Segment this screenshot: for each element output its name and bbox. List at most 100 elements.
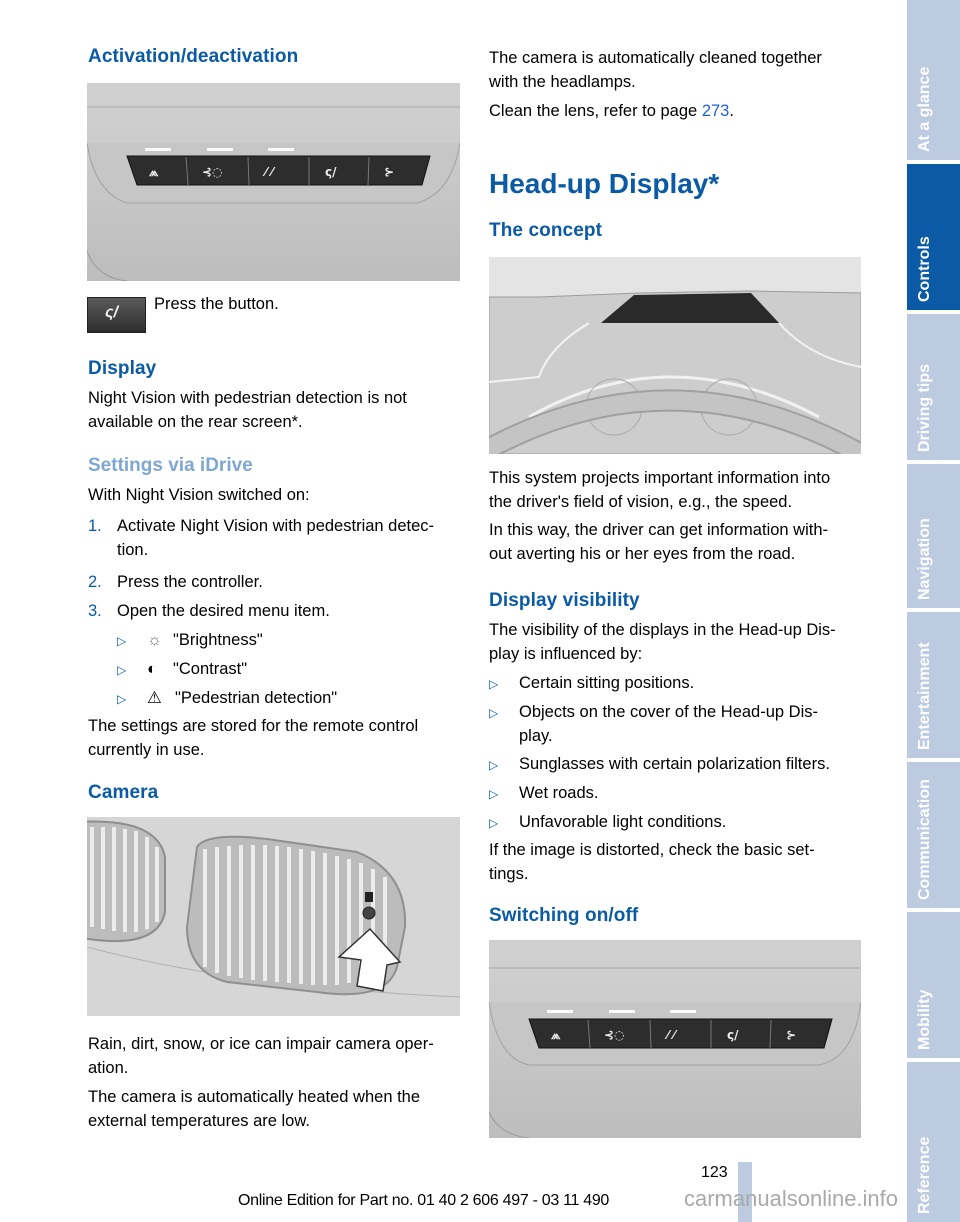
bullet-text: Certain sitting positions. [519, 674, 695, 692]
settings-stored-line1: The settings are stored for the remote c… [88, 717, 419, 735]
clean-lens-text: Clean the lens, refer to page 273. [489, 99, 734, 123]
button-panel-illustration-2: ⩕ ⊰◌ ⁄ ⁄ ς/ ⊱ [489, 940, 861, 1138]
settings-stored-line2: currently in use. [88, 741, 205, 759]
svg-text:⊱: ⊱ [786, 1028, 796, 1042]
menu-item-brightness: ▷ ☼ "Brightness" [117, 628, 263, 653]
visibility-bullet-5: ▷ Unfavorable light conditions. [489, 810, 726, 835]
tab-label: Communication [915, 779, 933, 900]
camera-text1-line2: ation. [88, 1059, 129, 1077]
step-1-text-line1: Activate Night Vision with pedestrian de… [117, 517, 435, 535]
step-1: 1. [88, 514, 102, 538]
bullet-triangle-icon: ▷ [117, 692, 127, 706]
page-number: 123 [701, 1164, 728, 1181]
night-vision-button-icon: ς/ [87, 297, 146, 333]
tab-entertainment[interactable]: Entertainment [907, 612, 960, 758]
tab-mobility[interactable]: Mobility [907, 912, 960, 1058]
menu-item-pedestrian-detection: ▷ ⚠ "Pedestrian detection" [117, 686, 337, 711]
bullet-triangle-icon: ▷ [489, 706, 499, 720]
display-heading: Display [88, 358, 157, 379]
activation-heading: Activation/deactivation [88, 46, 299, 67]
edition-text: Online Edition for Part no. 01 40 2 606 … [238, 1192, 610, 1209]
svg-text:⊰◌: ⊰◌ [604, 1028, 625, 1042]
step-number: 1. [88, 517, 102, 535]
step-1-text-line2: tion. [117, 541, 149, 559]
svg-text:⩕: ⩕ [148, 165, 159, 179]
svg-text:ς/: ς/ [727, 1028, 739, 1042]
bullet-triangle-icon: ▷ [489, 787, 499, 801]
bullet-triangle-icon: ▷ [489, 816, 499, 830]
clean-lens-prefix: Clean the lens, refer to page [489, 102, 702, 120]
button-panel-illustration: ⩕ ⊰◌ ⁄ ⁄ ς/ ⊱ [87, 83, 460, 281]
camera-grille-photo [87, 817, 460, 1016]
hud-heading: Head-up Display* [489, 168, 720, 199]
step-2-text: Press the controller. [117, 573, 263, 591]
visibility-bullet-3: ▷ Sunglasses with certain polarization fi… [489, 752, 830, 777]
tab-label: Navigation [915, 518, 933, 600]
visibility-bullet-4: ▷ Wet roads. [489, 781, 598, 806]
tab-navigation[interactable]: Navigation [907, 464, 960, 608]
menu-item-label: "Contrast" [173, 660, 248, 678]
press-button-text: Press the button. [154, 295, 279, 313]
distorted-line1: If the image is distorted, check the bas… [489, 841, 815, 859]
camera-text2-line2: external temperatures are low. [88, 1112, 310, 1130]
concept-text1-line1: This system projects important informati… [489, 469, 831, 487]
svg-text:⩕: ⩕ [550, 1028, 561, 1042]
menu-item-label: "Brightness" [173, 631, 263, 649]
bullet-text: Sunglasses with certain polarization fil… [519, 755, 830, 773]
camera-text2-line1: The camera is automatically heated when … [88, 1088, 421, 1106]
settings-heading: Settings via iDrive [88, 455, 253, 476]
visibility-intro-line1: The visibility of the displays in the He… [489, 621, 836, 639]
bullet-triangle-icon: ▷ [489, 677, 499, 691]
clean-lens-suffix: . [729, 102, 734, 120]
page-link-273[interactable]: 273 [702, 102, 730, 120]
button-panel-photo-2: ⩕ ⊰◌ ⁄ ⁄ ς/ ⊱ [489, 940, 861, 1138]
step-3-text: Open the desired menu item. [117, 602, 330, 620]
button-panel-photo: ⩕ ⊰◌ ⁄ ⁄ ς/ ⊱ [87, 83, 460, 281]
grille-illustration [87, 817, 460, 1016]
tab-label: Mobility [915, 989, 933, 1050]
switching-heading: Switching on/off [489, 905, 639, 926]
display-text-line2: available on the rear screen*. [88, 413, 303, 431]
bullet-text: Objects on the cover of the Head-up Dis- [519, 703, 818, 721]
tab-label: At a glance [915, 66, 933, 152]
bullet-text: Unfavorable light conditions. [519, 813, 727, 831]
clean-text-line1: The camera is automatically cleaned toge… [489, 49, 822, 67]
settings-intro: With Night Vision switched on: [88, 486, 310, 504]
tab-label: Controls [915, 236, 933, 302]
concept-text2-line1: In this way, the driver can get informat… [489, 521, 829, 539]
tab-label: Driving tips [915, 363, 933, 452]
clean-text-line2: with the headlamps. [489, 73, 636, 91]
distorted-line2: tings. [489, 865, 529, 883]
tab-controls[interactable]: Controls [907, 164, 960, 310]
concept-text1-line2: the driver's field of vision, e.g., the … [489, 493, 793, 511]
visibility-bullet-1: ▷ Certain sitting positions. [489, 671, 694, 696]
menu-item-label: "Pedestrian detection" [175, 689, 338, 707]
tab-driving-tips[interactable]: Driving tips [907, 314, 960, 460]
tab-label: Entertainment [915, 642, 933, 750]
visibility-bullet-2-line2: play. [519, 727, 553, 745]
display-text-line1: Night Vision with pedestrian detection i… [88, 389, 407, 407]
watermark-text[interactable]: carmanualsonline.info [684, 1186, 898, 1212]
concept-heading: The concept [489, 220, 603, 241]
visibility-intro-line2: play is influenced by: [489, 645, 643, 663]
camera-heading: Camera [88, 782, 159, 803]
hud-dashboard-photo [489, 257, 861, 454]
bullet-triangle-icon: ▷ [117, 663, 127, 677]
bullet-triangle-icon: ▷ [489, 758, 499, 772]
step-3: 3. [88, 599, 102, 623]
svg-text:⊱: ⊱ [384, 165, 394, 179]
warning-triangle-icon: ⚠ [147, 689, 162, 707]
bullet-triangle-icon: ▷ [117, 634, 127, 648]
menu-item-contrast: ▷ ◐ "Contrast" [117, 657, 247, 682]
contrast-icon: ◐ [147, 660, 157, 678]
svg-text:ς/: ς/ [325, 165, 337, 179]
camera-text1-line1: Rain, dirt, snow, or ice can impair came… [88, 1035, 434, 1053]
tab-communication[interactable]: Communication [907, 762, 960, 908]
tab-reference[interactable]: Reference [907, 1062, 960, 1222]
brightness-icon: ☼ [147, 631, 163, 649]
svg-text:⊰◌: ⊰◌ [202, 165, 223, 179]
tab-at-a-glance[interactable]: At a glance [907, 0, 960, 160]
bullet-text: Wet roads. [519, 784, 599, 802]
concept-text2-line2: out averting his or her eyes from the ro… [489, 545, 796, 563]
hud-illustration [489, 257, 861, 454]
